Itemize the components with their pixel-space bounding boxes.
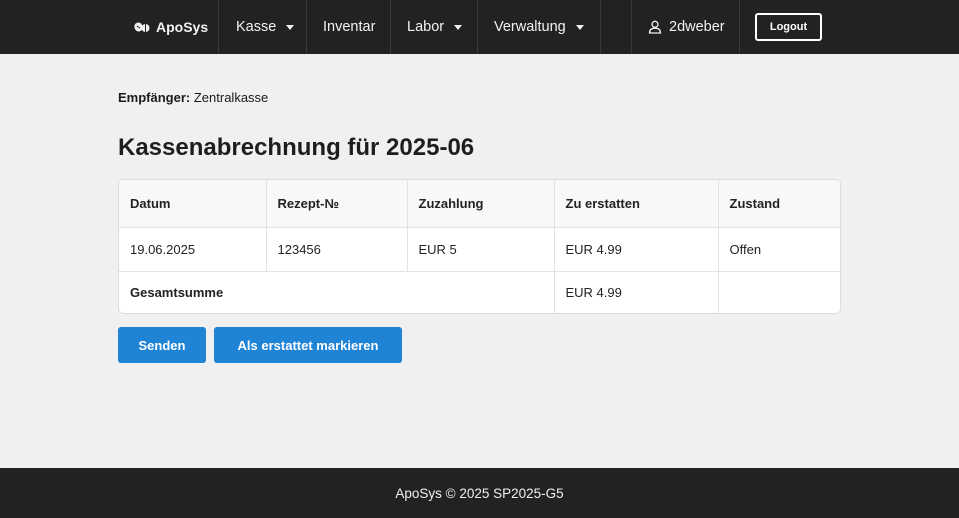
cell-datum: 19.06.2025 [119,227,267,272]
cell-zuzahlung: EUR 5 [407,227,555,272]
nav-divider [631,0,632,54]
total-status [718,271,840,313]
nav-divider [306,0,307,54]
nav-divider [739,0,740,54]
brand-link[interactable]: ApoSys [134,0,208,54]
nav-divider [390,0,391,54]
nav-verwaltung[interactable]: Verwaltung [494,0,584,54]
column-header-zustand: Zustand [718,180,840,228]
nav-user[interactable]: 2dweber [648,0,725,54]
nav-kasse[interactable]: Kasse [236,0,295,54]
recipient-line: Empfänger: Zentralkasse [118,90,268,105]
total-value: EUR 4.99 [554,271,719,313]
column-header-zuzahlung: Zuzahlung [407,180,555,228]
mark-reimbursed-button[interactable]: Als erstattet markieren [214,327,402,363]
settlement-table: Datum Rezept-№ Zuzahlung Zu erstatten Zu… [118,179,841,314]
brand-name: ApoSys [156,19,209,35]
recipient-value: Zentralkasse [193,90,269,105]
pills-icon [134,20,150,34]
user-icon [648,20,662,34]
total-row: Gesamtsumme EUR 4.99 [119,271,840,313]
column-header-rezept: Rezept-№ [266,180,408,228]
nav-divider [600,0,601,54]
nav-kasse-label: Kasse [236,19,277,35]
table-header-row: Datum Rezept-№ Zuzahlung Zu erstatten Zu… [119,180,840,228]
logout-button[interactable]: Logout [755,13,822,41]
column-header-datum: Datum [119,180,267,228]
footer: ApoSys © 2025 SP2025-G5 [0,468,959,518]
nav-inventar[interactable]: Inventar [323,0,375,54]
nav-inventar-label: Inventar [323,19,376,35]
caret-down-icon [454,24,463,30]
footer-text: ApoSys © 2025 SP2025-G5 [395,485,564,501]
nav-labor[interactable]: Labor [407,0,463,54]
page-title: Kassenabrechnung für 2025-06 [118,134,475,161]
recipient-label: Empfänger: [118,90,191,105]
caret-down-icon [575,24,584,30]
cell-zu-erstatten: EUR 4.99 [554,227,719,272]
table-row: 19.06.2025 123456 EUR 5 EUR 4.99 Offen [119,227,840,272]
send-button[interactable]: Senden [118,327,206,363]
nav-divider [218,0,219,54]
nav-labor-label: Labor [407,19,445,35]
top-navbar: ApoSys Kasse Inventar Labor Verwaltung 2… [0,0,959,54]
nav-user-name: 2dweber [669,19,725,35]
total-label: Gesamtsumme [119,271,555,313]
caret-down-icon [286,24,295,30]
nav-verwaltung-label: Verwaltung [494,19,566,35]
cell-rezept: 123456 [266,227,408,272]
nav-divider [477,0,478,54]
cell-zustand: Offen [718,227,840,272]
column-header-zu-erstatten: Zu erstatten [554,180,719,228]
